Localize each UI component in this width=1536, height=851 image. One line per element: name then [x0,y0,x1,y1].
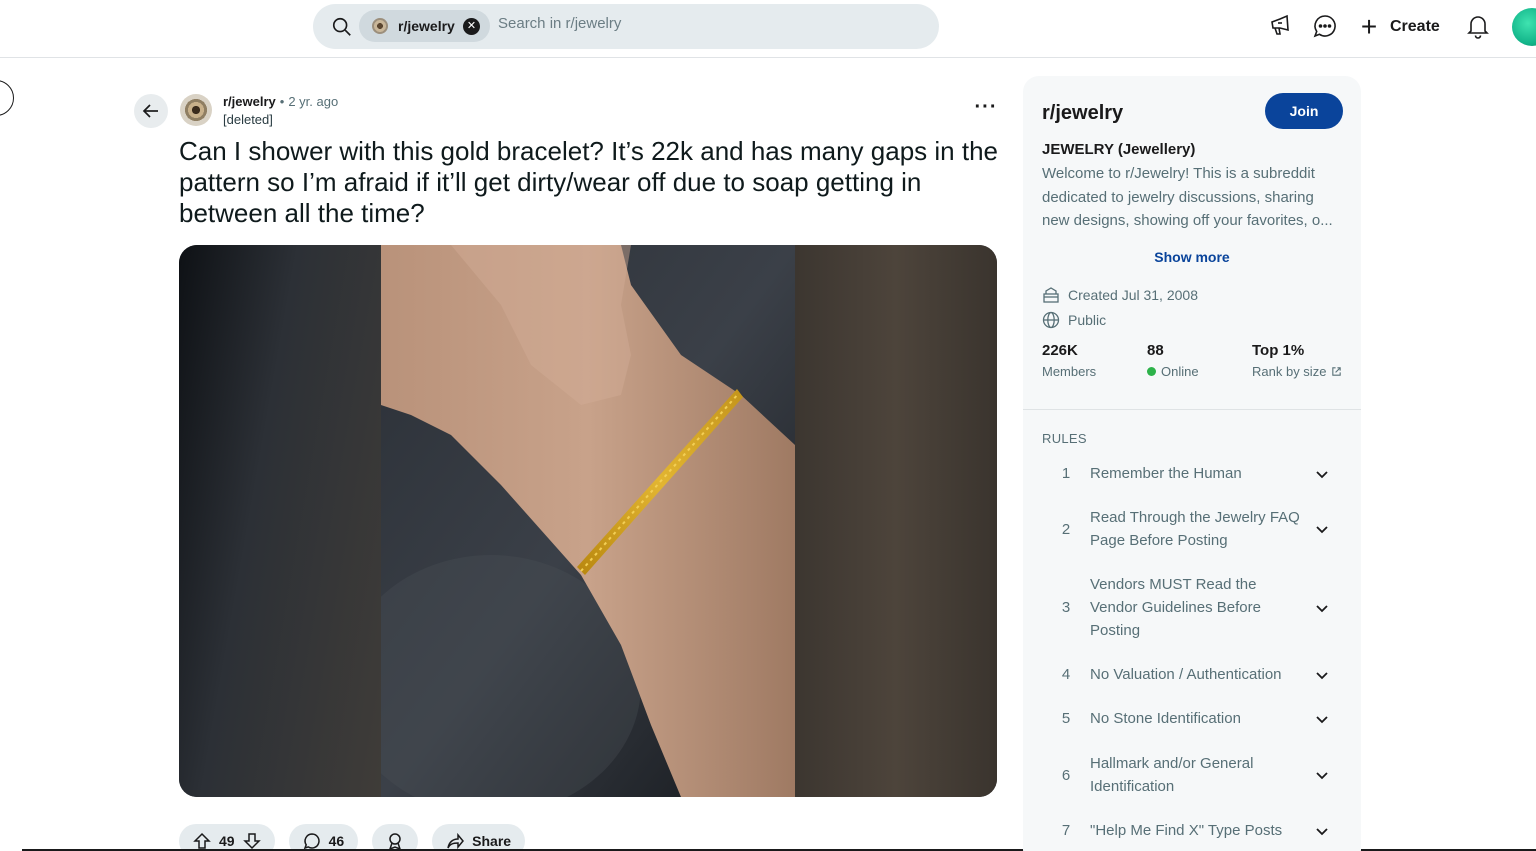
rule-item[interactable]: 3 Vendors MUST Read the Vendor Guideline… [1042,573,1342,642]
search-input[interactable] [498,12,918,34]
rule-number: 3 [1061,599,1071,616]
bracelet-photo [381,245,795,797]
top-header: r/jewelry ✕ + Create [0,0,1536,58]
members-label: Members [1042,364,1097,379]
vote-count: 49 [219,833,235,849]
post-image[interactable] [179,245,997,797]
online-stat: 88 Online [1147,342,1199,379]
rule-text: "Help Me Find X" Type Posts [1090,822,1283,839]
rule-text: Read Through the Jewelry FAQ Page Before… [1090,509,1300,549]
rule-number: 6 [1061,766,1071,784]
online-dot-icon [1147,367,1156,376]
rule-number: 5 [1061,710,1071,727]
award-icon [389,833,402,850]
plus-icon: + [1360,11,1378,42]
online-label: Online [1161,364,1199,379]
advertise-icon[interactable] [1267,13,1293,39]
rule-number: 2 [1061,520,1071,538]
chevron-down-icon [1316,827,1328,835]
chevron-down-icon [1316,715,1328,723]
subreddit-avatar-icon [372,18,388,34]
rule-number: 7 [1061,822,1071,839]
community-sidebar: r/jewelry Join JEWELRY (Jewellery) Welco… [1023,76,1361,851]
rule-number: 1 [1061,465,1071,482]
rule-item[interactable]: 6 Hallmark and/or General Identification [1042,752,1342,798]
created-row: Created Jul 31, 2008 [1042,286,1198,304]
share-label: Share [472,833,512,849]
notification-bell-icon[interactable] [1465,13,1491,39]
post-time: 2 yr. ago [288,94,339,109]
comments-button[interactable]: 46 [288,824,359,851]
downvote-icon[interactable] [242,832,261,850]
search-scope-label: r/jewelry [398,18,455,34]
rule-text: Hallmark and/or General Identification [1090,755,1254,795]
rank-stat[interactable]: Top 1% Rank by size [1252,342,1342,379]
rule-text: No Valuation / Authentication [1090,666,1282,683]
external-link-icon [1332,367,1342,376]
nav-toggle-button[interactable] [0,80,14,116]
rule-text: Remember the Human [1090,465,1242,482]
rule-item[interactable]: 4 No Valuation / Authentication [1042,663,1342,686]
chat-icon[interactable] [1312,13,1338,39]
rule-item[interactable]: 1 Remember the Human [1042,462,1342,485]
share-icon [447,832,465,850]
user-avatar[interactable] [1512,8,1536,46]
image-blur-left [179,245,381,797]
community-heading: JEWELRY (Jewellery) [1042,141,1196,158]
rule-item[interactable]: 5 No Stone Identification [1042,707,1342,730]
post-subreddit-link[interactable]: r/jewelry [223,94,276,109]
community-description: Welcome to r/Jewelry! This is a subreddi… [1042,165,1333,229]
chevron-down-icon [1316,772,1328,780]
rule-text: No Stone Identification [1090,710,1241,727]
create-button[interactable]: + Create [1356,10,1446,44]
more-options-icon[interactable]: ··· [970,97,1002,123]
post-action-bar: 49 46 Share [179,824,526,851]
vote-control: 49 [179,824,275,851]
rules-heading: RULES [1042,431,1087,446]
subreddit-avatar[interactable] [180,94,212,126]
members-value: 226K [1042,342,1078,359]
rule-item[interactable]: 7 "Help Me Find X" Type Posts [1042,819,1342,842]
image-blur-right [795,245,997,797]
community-title: r/jewelry [1042,102,1124,124]
meta-separator: • [279,94,285,109]
post-title: Can I shower with this gold bracelet? It… [179,136,998,228]
comment-icon [303,833,320,850]
globe-icon [1042,311,1060,329]
search-icon [332,17,351,36]
cake-icon [1043,287,1059,303]
back-button[interactable] [134,94,168,128]
online-value: 88 [1147,342,1164,359]
visibility-row: Public [1042,311,1106,329]
members-stat: 226K Members [1042,342,1096,379]
chevron-down-icon [1316,470,1328,478]
comment-count: 46 [328,833,345,849]
clear-scope-icon[interactable]: ✕ [463,18,480,35]
chevron-down-icon [1316,604,1328,612]
arrow-left-icon [142,104,158,118]
created-date: Created Jul 31, 2008 [1068,287,1198,303]
post-author: [deleted] [223,112,273,127]
search-scope-chip[interactable]: r/jewelry ✕ [359,10,490,42]
award-button[interactable] [372,824,419,851]
create-label: Create [1390,18,1440,35]
rule-text: Vendors MUST Read the Vendor Guidelines … [1090,576,1261,639]
rank-value: Top 1% [1252,342,1305,359]
rule-number: 4 [1061,666,1071,683]
show-more-button[interactable]: Show more [1023,249,1361,265]
post-meta: r/jewelry • 2 yr. ago [223,94,338,109]
upvote-icon[interactable] [193,832,211,850]
share-button[interactable]: Share [432,824,526,851]
rank-label: Rank by size [1252,364,1327,379]
sidebar-divider [1023,409,1361,410]
join-button[interactable]: Join [1265,93,1343,129]
visibility-label: Public [1068,312,1107,328]
chevron-down-icon [1316,671,1328,679]
chevron-down-icon [1316,526,1328,534]
rule-item[interactable]: 2 Read Through the Jewelry FAQ Page Befo… [1042,506,1342,552]
